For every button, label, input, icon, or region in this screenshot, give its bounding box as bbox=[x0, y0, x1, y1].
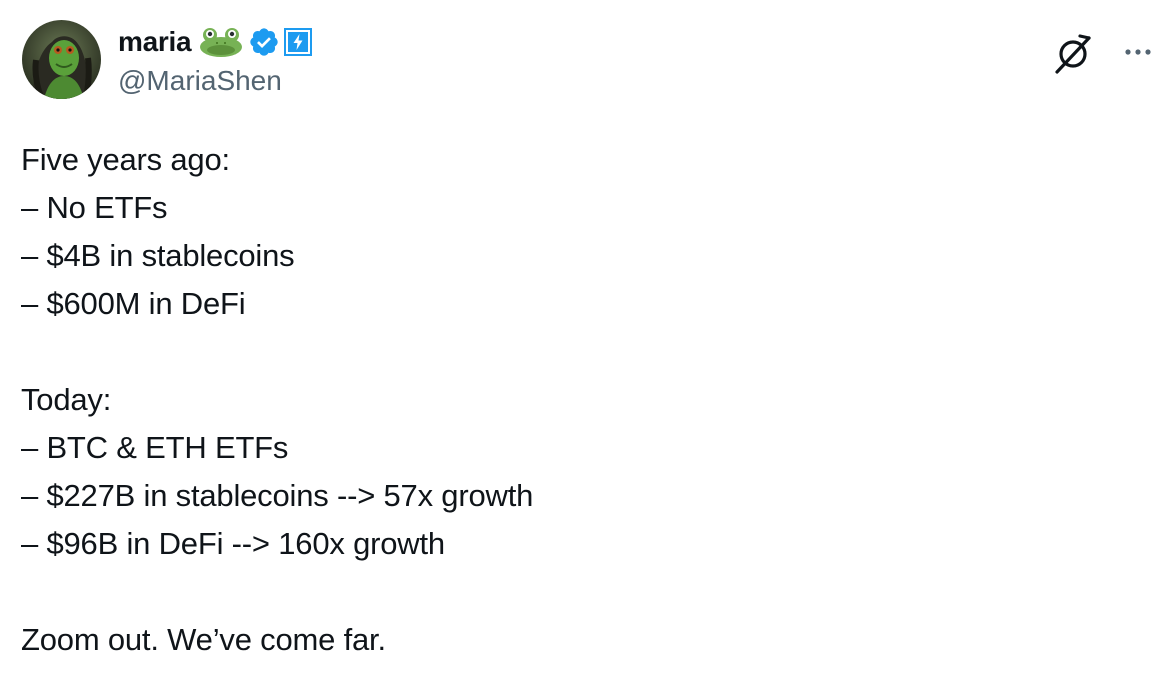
display-name[interactable]: maria bbox=[118, 25, 192, 59]
name-row: maria bbox=[118, 24, 316, 60]
tweet-line: Five years ago: bbox=[21, 142, 230, 177]
tweet-line: Zoom out. We’ve come far. bbox=[21, 622, 386, 657]
tweet-text: Five years ago: – No ETFs – $4B in stabl… bbox=[21, 136, 1121, 664]
user-handle[interactable]: @MariaShen bbox=[118, 64, 282, 98]
tweet-line: – $600M in DeFi bbox=[21, 286, 246, 321]
grok-icon[interactable] bbox=[1053, 32, 1093, 76]
tweet-line: – $4B in stablecoins bbox=[21, 238, 295, 273]
tweet-line: – No ETFs bbox=[21, 190, 168, 225]
avatar[interactable] bbox=[22, 20, 101, 99]
tweet-header: maria @MariaShen bbox=[22, 20, 1151, 102]
tweet-line: – $227B in stablecoins --> 57x growth bbox=[21, 478, 534, 513]
tweet-line: – $96B in DeFi --> 160x growth bbox=[21, 526, 445, 561]
frog-emoji-icon bbox=[198, 26, 244, 58]
lightning-badge-icon[interactable] bbox=[284, 28, 313, 56]
more-options-icon[interactable] bbox=[1118, 38, 1158, 66]
tweet-line: Today: bbox=[21, 382, 112, 417]
verified-badge-icon[interactable] bbox=[248, 26, 280, 58]
tweet-line: – BTC & ETH ETFs bbox=[21, 430, 289, 465]
